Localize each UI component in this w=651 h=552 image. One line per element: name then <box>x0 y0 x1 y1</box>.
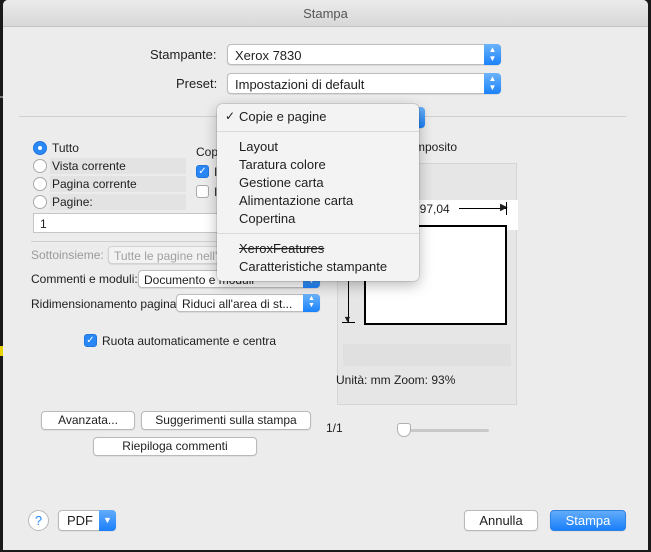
radio-all-label: Tutto <box>52 141 79 155</box>
chevron-down-icon: ▼ <box>99 510 116 531</box>
scaling-select[interactable]: Riduci all'area di st... ▲ ▼ <box>176 294 320 312</box>
zoom-slider-handle[interactable] <box>397 423 411 437</box>
comments-label: Commenti e moduli: <box>31 272 138 286</box>
advanced-button[interactable]: Avanzata... <box>41 411 135 430</box>
dimension-end-tick <box>506 202 507 215</box>
copies-label: Cop <box>196 145 219 159</box>
preset-select[interactable]: Impostazioni di default ▲ ▼ <box>227 73 501 94</box>
menu-item-paper-feed[interactable]: Alimentazione carta <box>239 193 353 208</box>
print-tips-button[interactable]: Suggerimenti sulla stampa <box>141 411 311 430</box>
radio-all[interactable] <box>33 141 47 155</box>
chevron-updown-icon: ▲▼ <box>484 44 501 65</box>
scaling-label: Ridimensionamento pagina: <box>31 297 180 311</box>
printer-label: Stampante: <box>150 47 217 62</box>
page-range-input[interactable]: 1 <box>33 213 219 233</box>
window-title: Stampa <box>303 6 348 21</box>
menu-separator <box>217 131 419 132</box>
preview-footer-bg <box>343 344 511 366</box>
chevron-updown-icon: ▲▼ <box>484 73 501 94</box>
radio-current-page-label: Pagina corrente <box>52 177 137 191</box>
pdf-label: PDF <box>67 513 93 528</box>
menu-item-copies-pages[interactable]: Copie e pagine <box>239 109 326 124</box>
menu-item-cover[interactable]: Copertina <box>239 211 295 226</box>
radio-pages-label: Pagine: <box>52 195 93 209</box>
preset-value: Impostazioni di default <box>235 77 365 92</box>
radio-pages[interactable] <box>33 195 47 209</box>
menu-separator <box>217 233 419 234</box>
menu-item-paper-handling[interactable]: Gestione carta <box>239 175 324 190</box>
radio-current-view[interactable] <box>33 159 47 173</box>
arrow-down-icon: ▼ <box>343 314 352 324</box>
copies-checkbox-2[interactable] <box>196 185 209 198</box>
copies-checkbox-1[interactable]: ✓ <box>196 165 209 178</box>
rotate-label: Ruota automaticamente e centra <box>102 334 277 348</box>
page-range-value: 1 <box>40 217 47 231</box>
help-button[interactable]: ? <box>28 510 49 531</box>
subset-value: Tutte le pagine nell' <box>114 249 218 263</box>
subset-label: Sottoinsieme: <box>31 248 104 262</box>
radio-current-page[interactable] <box>33 177 47 191</box>
menu-item-layout[interactable]: Layout <box>239 139 278 154</box>
zoom-slider-track[interactable] <box>403 429 489 432</box>
summarize-comments-button[interactable]: Riepiloga commenti <box>93 437 257 456</box>
scaling-value: Riduci all'area di st... <box>182 297 293 311</box>
preset-label: Preset: <box>176 76 218 91</box>
pdf-menu-button[interactable]: PDF ▼ <box>58 510 116 531</box>
print-dialog: Stampa Stampante: Xerox 7830 ▲ ▼ Preset: … <box>3 0 648 550</box>
units-zoom: Unità: mm Zoom: 93% <box>336 373 456 387</box>
chevron-updown-icon: ▲▼ <box>303 294 320 312</box>
preview-header: mposito <box>415 140 458 154</box>
cancel-button[interactable]: Annulla <box>464 510 538 531</box>
rotate-checkbox[interactable]: ✓ <box>84 334 97 347</box>
menu-item-xerox-features[interactable]: XeroxFeatures <box>239 241 324 256</box>
checkmark-icon: ✓ <box>225 109 236 123</box>
page-counter: 1/1 <box>326 421 343 435</box>
menu-item-printer-features[interactable]: Caratteristiche stampante <box>239 259 387 274</box>
menu-item-color-matching[interactable]: Taratura colore <box>239 157 326 172</box>
printer-select[interactable]: Xerox 7830 ▲ ▼ <box>227 44 501 65</box>
title-bar: Stampa <box>3 0 648 27</box>
section-dropdown-menu: ✓ Copie e pagine Layout Taratura colore … <box>217 104 419 281</box>
print-button[interactable]: Stampa <box>550 510 626 531</box>
printer-value: Xerox 7830 <box>235 48 302 63</box>
radio-current-view-label: Vista corrente <box>52 159 126 173</box>
